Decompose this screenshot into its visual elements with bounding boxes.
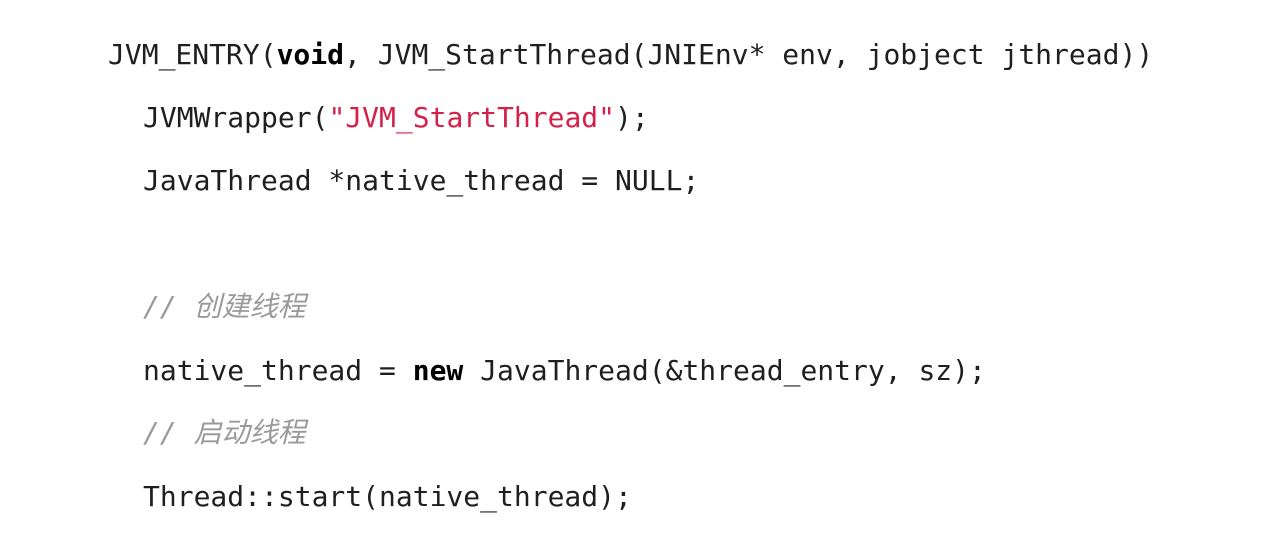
code-string-literal: "JVM_StartThread" bbox=[328, 101, 616, 134]
code-text: JavaThread *native_thread = NULL; bbox=[143, 164, 700, 197]
code-text: Thread::start(native_thread); bbox=[143, 480, 632, 513]
code-line-comment-start: // 启动线程 bbox=[143, 415, 306, 451]
code-line-jvm-entry: JVM_ENTRY(void, JVM_StartThread(JNIEnv* … bbox=[108, 37, 1153, 73]
code-keyword: void bbox=[276, 38, 345, 71]
code-text: , JVM_StartThread(JNIEnv* env, jobject j… bbox=[344, 38, 1154, 71]
code-line-new-java-thread: native_thread = new JavaThread(&thread_e… bbox=[143, 353, 986, 389]
code-text: native_thread = bbox=[143, 354, 413, 387]
code-text: JavaThread(&thread_entry, sz); bbox=[463, 354, 986, 387]
code-comment: // 启动线程 bbox=[143, 416, 306, 449]
code-text: JVM_ENTRY( bbox=[108, 38, 277, 71]
code-line-comment-create: // 创建线程 bbox=[143, 289, 306, 325]
code-text: ); bbox=[615, 101, 649, 134]
code-line-jvm-wrapper: JVMWrapper("JVM_StartThread"); bbox=[143, 100, 649, 136]
code-comment: // 创建线程 bbox=[143, 290, 306, 323]
code-text: JVMWrapper( bbox=[143, 101, 329, 134]
code-block: JVM_ENTRY(void, JVM_StartThread(JNIEnv* … bbox=[0, 0, 1280, 536]
code-line-thread-start: Thread::start(native_thread); bbox=[143, 479, 632, 515]
code-keyword: new bbox=[412, 354, 464, 387]
code-line-native-thread-decl: JavaThread *native_thread = NULL; bbox=[143, 163, 699, 199]
